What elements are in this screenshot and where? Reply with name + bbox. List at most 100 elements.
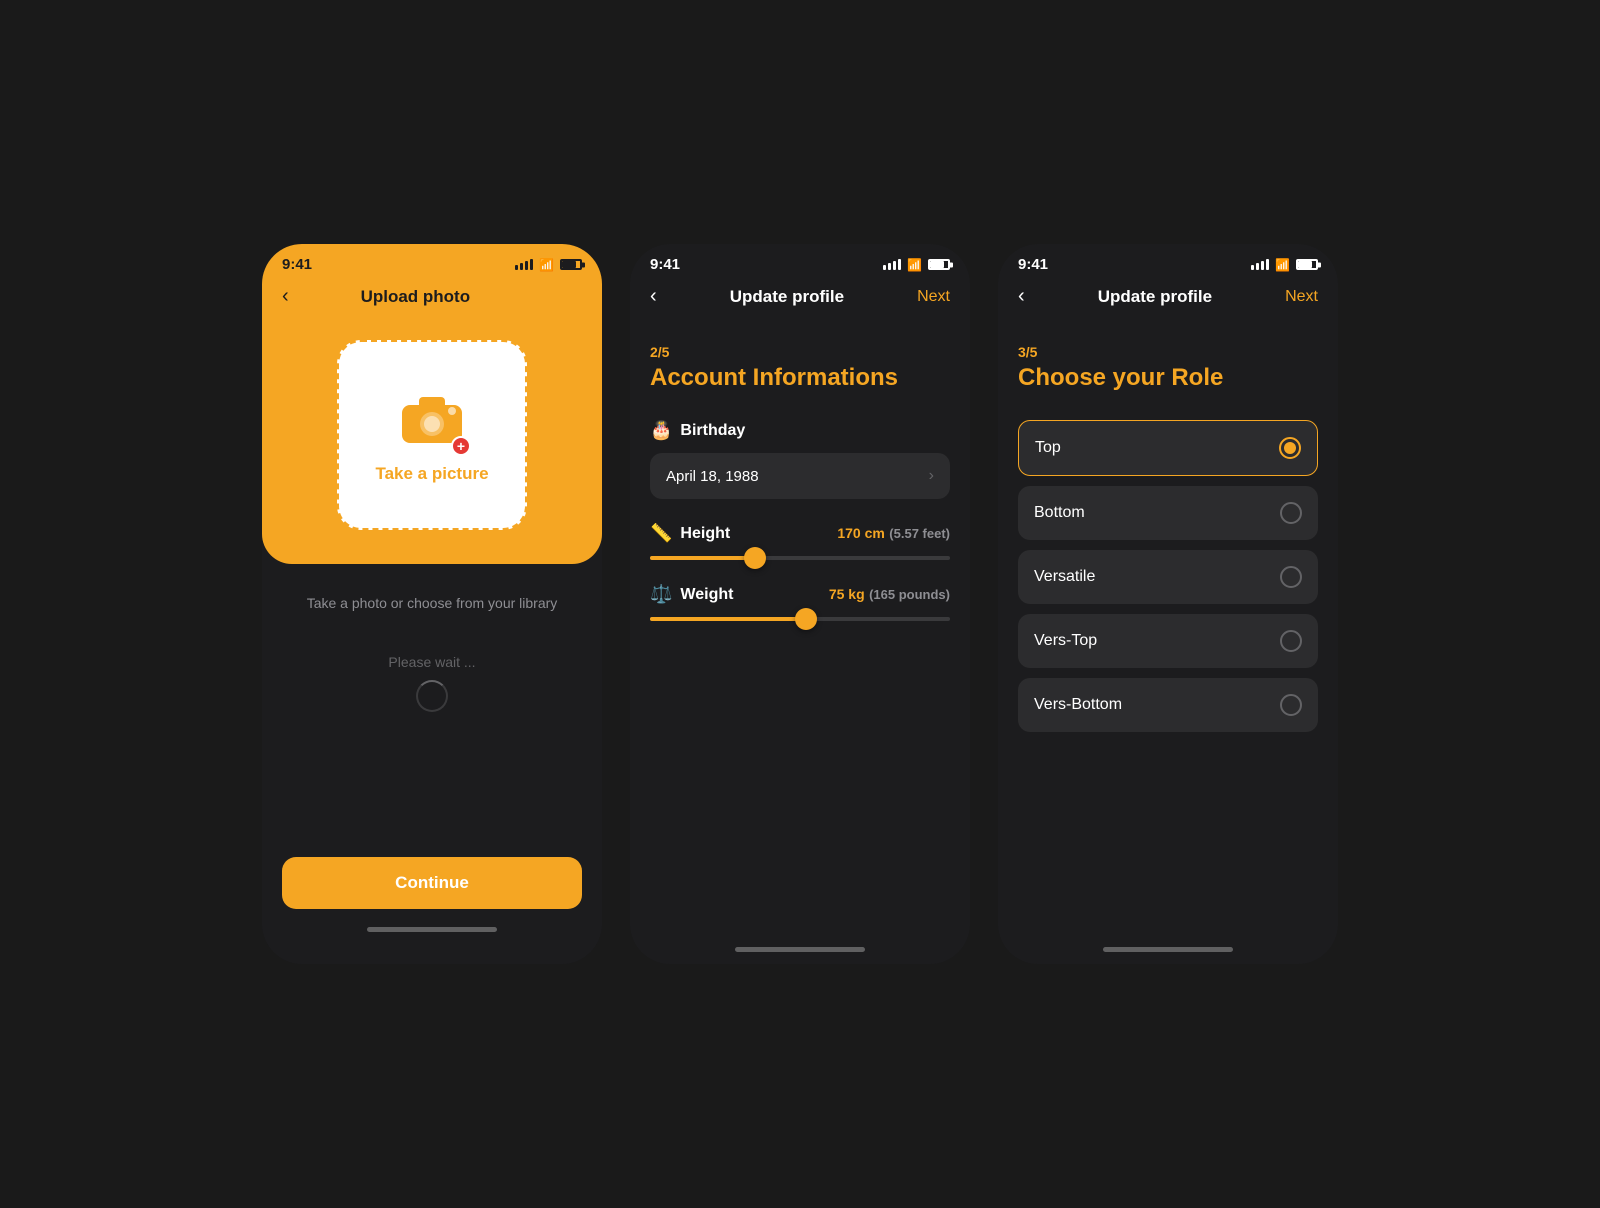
height-label-row: 📏 Height 170 cm (5.57 feet) [650,523,950,544]
signal-bar [893,261,896,270]
weight-slider-thumb[interactable] [795,608,817,630]
phone-3-body: 3/5 Choose your Role Top Bottom Versatil… [998,324,1338,939]
page-title-1: Upload photo [361,287,471,307]
role-option-bottom[interactable]: Bottom [1018,486,1318,540]
role-option-vers-top[interactable]: Vers-Top [1018,614,1318,668]
birthday-section: 🎂 Birthday April 18, 1988 › [650,420,950,499]
role-label-vers-top: Vers-Top [1034,632,1097,650]
signal-bar [1266,259,1269,270]
take-picture-label: Take a picture [375,464,488,484]
radio-top[interactable] [1279,437,1301,459]
phone-2-body: 2/5 Account Informations 🎂 Birthday Apri… [630,324,970,939]
phone-upload: 9:41 📶 ‹ Upload photo [262,244,602,964]
next-button-3[interactable]: Next [1285,288,1318,306]
phone-account: 9:41 📶 ‹ Update profile Next 2/5 [630,244,970,964]
battery-fill-3 [1298,261,1312,268]
role-option-vers-bottom[interactable]: Vers-Bottom [1018,678,1318,732]
battery-fill-1 [562,261,576,268]
signal-bar [1261,261,1264,270]
step-indicator-3: 3/5 [1018,344,1318,360]
home-indicator-3 [1103,947,1233,952]
role-option-versatile[interactable]: Versatile [1018,550,1318,604]
status-icons-3: 📶 [1251,258,1318,272]
weight-value: 75 kg (165 pounds) [829,586,950,604]
birthday-label: 🎂 Birthday [650,420,950,441]
back-button-2[interactable]: ‹ [650,285,657,308]
section-title-3: Choose your Role [1018,364,1318,392]
birthday-icon: 🎂 [650,420,672,441]
weight-label-row: ⚖️ Weight 75 kg (165 pounds) [650,584,950,605]
status-bar-1: 9:41 📶 [262,244,602,281]
status-bar-3: 9:41 📶 [998,244,1338,281]
chevron-right-icon: › [929,467,934,485]
signal-bar [888,263,891,270]
radio-vers-bottom[interactable] [1280,694,1302,716]
upload-hint: Take a photo or choose from your library [307,594,558,614]
signal-bar [530,259,533,270]
height-slider-fill [650,556,755,560]
radio-bottom[interactable] [1280,502,1302,524]
birthday-value: April 18, 1988 [666,468,759,485]
status-bar-2: 9:41 📶 [630,244,970,281]
nav-bar-1: ‹ Upload photo [262,281,602,320]
please-wait-text: Please wait ... [388,654,475,670]
height-slider[interactable] [650,556,950,560]
role-option-top[interactable]: Top [1018,420,1318,476]
nav-bar-2: ‹ Update profile Next [630,281,970,324]
role-label-top: Top [1035,439,1061,457]
upload-area-wrapper: + Take a picture [262,320,602,550]
upload-box[interactable]: + Take a picture [337,340,527,530]
status-icons-2: 📶 [883,258,950,272]
weight-section: ⚖️ Weight 75 kg (165 pounds) [650,584,950,621]
wifi-icon-2: 📶 [907,258,922,272]
page-title-3: Update profile [1098,287,1212,307]
status-time-3: 9:41 [1018,256,1048,273]
plus-badge: + [451,436,471,456]
battery-icon-1 [560,259,582,270]
battery-fill-2 [930,261,944,268]
weight-slider[interactable] [650,617,950,621]
signal-bar [525,261,528,270]
loading-spinner [416,680,448,712]
nav-bar-3: ‹ Update profile Next [998,281,1338,324]
signal-icon-1 [515,259,533,270]
battery-icon-2 [928,259,950,270]
role-label-bottom: Bottom [1034,504,1085,522]
camera-icon-wrap: + [397,387,467,452]
phone-role: 9:41 📶 ‹ Update profile Next 3/5 [998,244,1338,964]
next-button-2[interactable]: Next [917,288,950,306]
section-title-2: Account Informations [650,364,950,392]
role-label-vers-bottom: Vers-Bottom [1034,696,1122,714]
back-button-1[interactable]: ‹ [282,285,289,308]
height-icon: 📏 [650,523,672,544]
birthday-row[interactable]: April 18, 1988 › [650,453,950,499]
weight-slider-fill [650,617,806,621]
phone-1-body: Take a photo or choose from your library… [262,564,602,964]
screens-container: 9:41 📶 ‹ Upload photo [262,244,1338,964]
signal-bar [883,265,886,270]
continue-button[interactable]: Continue [282,857,582,909]
weight-icon: ⚖️ [650,584,672,605]
status-icons-1: 📶 [515,258,582,272]
page-title-2: Update profile [730,287,844,307]
radio-inner-top [1284,442,1296,454]
back-button-3[interactable]: ‹ [1018,285,1025,308]
radio-versatile[interactable] [1280,566,1302,588]
status-time-1: 9:41 [282,256,312,273]
signal-bar [1256,263,1259,270]
upload-header: 9:41 📶 ‹ Upload photo [262,244,602,564]
height-section: 📏 Height 170 cm (5.57 feet) [650,523,950,560]
signal-icon-2 [883,259,901,270]
signal-bar [515,265,518,270]
radio-vers-top[interactable] [1280,630,1302,652]
step-indicator-2: 2/5 [650,344,950,360]
signal-bar [898,259,901,270]
height-value: 170 cm (5.57 feet) [837,525,950,543]
wifi-icon-1: 📶 [539,258,554,272]
signal-bar [520,263,523,270]
height-slider-thumb[interactable] [744,547,766,569]
signal-icon-3 [1251,259,1269,270]
height-slider-track [650,556,950,560]
wifi-icon-3: 📶 [1275,258,1290,272]
signal-bar [1251,265,1254,270]
